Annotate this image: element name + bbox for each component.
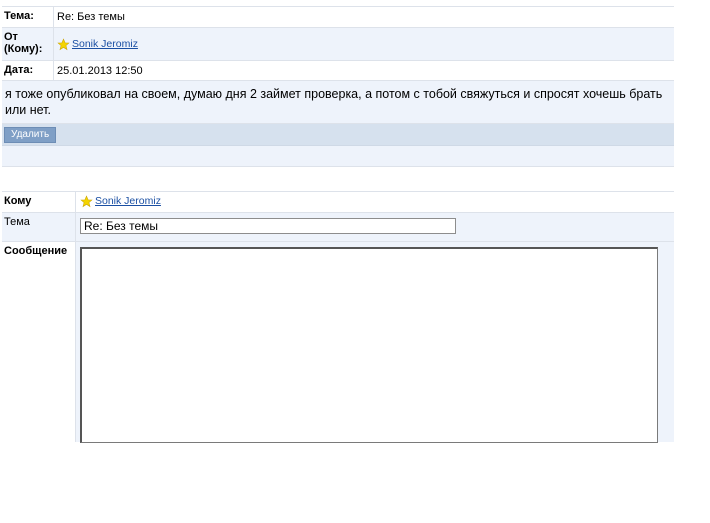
from-value: Sonik Jeromiz — [54, 28, 674, 60]
delete-button[interactable]: Удалить — [4, 127, 57, 143]
reply-subject-row: Тема — [2, 213, 674, 242]
subject-value: Re: Без темы — [57, 11, 125, 23]
from-user-link[interactable]: Sonik Jeromiz — [72, 37, 138, 51]
reply-subject-value — [76, 213, 674, 241]
reply-subject-label: Тема — [2, 213, 76, 241]
reply-to-row: Кому Sonik Jeromiz — [2, 191, 674, 213]
message-from-row: От (Кому): Sonik Jeromiz — [2, 28, 674, 61]
date-label: Дата: — [2, 61, 54, 80]
reply-to-user-link[interactable]: Sonik Jeromiz — [95, 195, 161, 207]
reply-message-label: Сообщение — [2, 242, 76, 442]
reply-subject-input[interactable] — [80, 218, 456, 234]
reply-to-value: Sonik Jeromiz — [76, 192, 674, 212]
message-toolbar: Удалить — [2, 124, 674, 146]
reply-to-label: Кому — [2, 192, 76, 212]
section-gap — [2, 167, 674, 191]
message-subject-row: Тема: Re: Без темы — [2, 6, 674, 28]
reply-message-value — [76, 242, 674, 443]
private-message-page: Тема: Re: Без темы От (Кому): Sonik Jero… — [2, 6, 674, 443]
reply-message-row: Сообщение — [2, 242, 674, 443]
star-icon — [80, 195, 93, 208]
reply-message-textarea[interactable] — [80, 247, 658, 443]
date-value: 25.01.2013 12:50 — [57, 64, 143, 77]
section-spacer — [2, 146, 674, 167]
star-icon — [57, 37, 70, 50]
from-label: От (Кому): — [2, 28, 54, 60]
subject-label: Тема: — [2, 7, 54, 27]
message-body: я тоже опубликовал на своем, думаю дня 2… — [2, 81, 674, 124]
message-date-row: Дата: 25.01.2013 12:50 — [2, 61, 674, 81]
